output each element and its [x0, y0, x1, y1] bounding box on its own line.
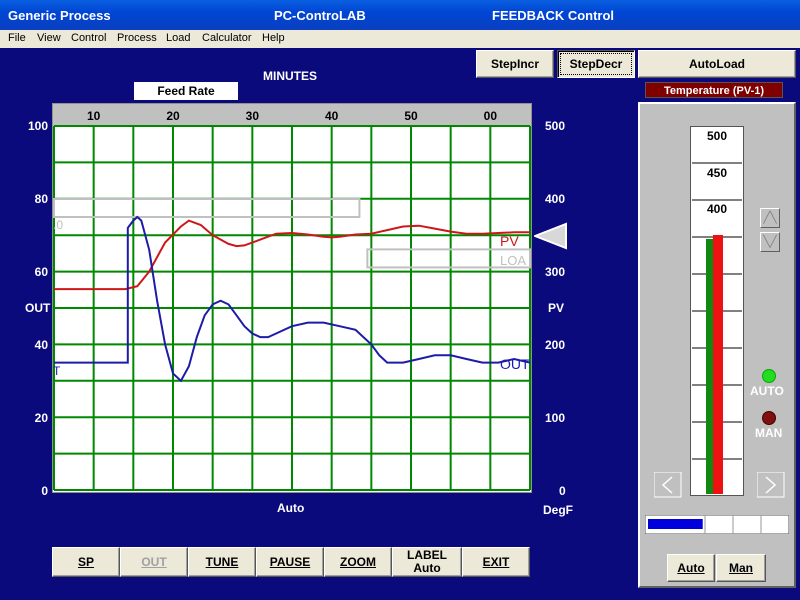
- x-tick-label: 50: [404, 109, 418, 123]
- out-left-marker: T: [53, 364, 61, 378]
- x-tick-label: 00: [484, 109, 498, 123]
- output-bar-fill: [648, 519, 703, 529]
- y-right-tick-400: 400: [545, 192, 566, 206]
- label-button[interactable]: LABEL Auto: [392, 547, 462, 577]
- sp-box-label: .0: [53, 218, 63, 232]
- output-decrease-icon[interactable]: [654, 472, 682, 498]
- up-arrow-icon: ╱╲: [763, 212, 777, 224]
- output-increase-icon[interactable]: [757, 472, 785, 498]
- y-left-tick-100: 100: [27, 119, 48, 133]
- step-decr-label: StepDecr: [569, 56, 623, 71]
- auto-load-button[interactable]: AutoLoad: [638, 50, 796, 78]
- y-left-tick-20: 20: [34, 411, 48, 425]
- menu-calculator[interactable]: Calculator: [202, 32, 252, 44]
- menu-load[interactable]: Load: [166, 32, 190, 44]
- man-status-label: MAN: [755, 426, 783, 440]
- pause-button[interactable]: PAUSE: [256, 547, 324, 577]
- menu-control[interactable]: Control: [71, 32, 106, 44]
- man-mode-label: Man: [729, 560, 753, 575]
- zoom-button-label: ZOOM: [340, 554, 376, 569]
- temperature-banner: Temperature (PV-1): [645, 82, 783, 98]
- man-lamp-icon: [762, 411, 776, 425]
- y-left-tick-40: 40: [34, 338, 48, 352]
- zoom-button[interactable]: ZOOM: [324, 547, 392, 577]
- auto-mode-label: Auto: [677, 560, 705, 575]
- setpoint-up-button[interactable]: ╱╲: [760, 208, 780, 228]
- setpoint-pointer-icon[interactable]: [534, 222, 568, 250]
- y-right-tick-0: 0: [559, 484, 566, 498]
- menu-file[interactable]: File: [8, 32, 26, 44]
- x-tick-label: 30: [246, 109, 260, 123]
- x-tick-label: 20: [166, 109, 180, 123]
- y-right-tick-100: 100: [545, 411, 566, 425]
- title-bar: Generic Process PC-ControLAB FEEDBACK Co…: [0, 0, 800, 30]
- out-series-label: OUT: [500, 356, 530, 372]
- menu-help[interactable]: Help: [262, 32, 285, 44]
- step-incr-button[interactable]: StepIncr: [476, 50, 554, 78]
- trend-chart: 10 20 30 40 50 00 PV LOA .0 OUT T: [52, 103, 532, 493]
- out-button-label: OUT: [141, 554, 167, 569]
- y-left-axis-label: OUT: [25, 301, 51, 315]
- x-tick-label: 10: [87, 109, 101, 123]
- y-right-tick-200: 200: [545, 338, 566, 352]
- y-right-tick-500: 500: [545, 119, 566, 133]
- mode-label: Auto: [277, 501, 305, 515]
- sp-button[interactable]: SP: [52, 547, 120, 577]
- chart-header-strip: [53, 104, 531, 126]
- title-center: PC-ControLAB: [274, 8, 366, 23]
- auto-lamp-icon: [762, 369, 776, 383]
- title-left: Generic Process: [8, 8, 111, 23]
- feed-rate-label: Feed Rate: [134, 82, 238, 100]
- gauge-tick-500: 500: [707, 129, 727, 143]
- output-bar: [645, 515, 789, 534]
- y-left-tick-0: 0: [41, 484, 48, 498]
- auto-load-label: AutoLoad: [689, 56, 745, 71]
- sp-button-label: SP: [77, 554, 94, 569]
- auto-mode-button[interactable]: Auto: [667, 554, 715, 582]
- out-button[interactable]: OUT: [120, 547, 188, 577]
- menu-process[interactable]: Process: [117, 32, 157, 44]
- auto-status-label: AUTO: [750, 384, 784, 398]
- label-button-sublabel: Auto: [413, 561, 441, 575]
- down-arrow-icon: ╲╱: [763, 236, 777, 248]
- step-incr-label: StepIncr: [490, 56, 539, 71]
- tune-button-label: TUNE: [205, 554, 239, 569]
- y-right-tick-300: 300: [545, 265, 566, 279]
- pv-bar: [713, 235, 723, 494]
- y-right-axis-label: PV: [548, 301, 565, 315]
- x-tick-label: 40: [325, 109, 339, 123]
- exit-button-label: EXIT: [482, 554, 510, 569]
- y-left-tick-80: 80: [34, 192, 48, 206]
- menu-bar: File View Control Process Load Calculato…: [0, 30, 800, 48]
- setpoint-down-button[interactable]: ╲╱: [760, 232, 780, 252]
- y-right-unit-label: DegF: [543, 503, 573, 517]
- setpoint-bar: [706, 239, 714, 494]
- bar-gauge: 500 450 400: [690, 126, 744, 496]
- load-label: LOA: [500, 253, 526, 268]
- tune-button[interactable]: TUNE: [188, 547, 256, 577]
- pv-series-label: PV: [500, 233, 519, 249]
- pause-button-label: PAUSE: [269, 554, 311, 569]
- gauge-tick-450: 450: [707, 166, 727, 180]
- gauge-tick-400: 400: [707, 202, 727, 216]
- title-right: FEEDBACK Control: [492, 8, 615, 23]
- minutes-label: MINUTES: [263, 69, 317, 83]
- step-decr-button[interactable]: StepDecr: [557, 50, 635, 78]
- y-left-tick-60: 60: [34, 265, 48, 279]
- exit-button[interactable]: EXIT: [462, 547, 530, 577]
- menu-view[interactable]: View: [37, 32, 61, 44]
- man-mode-button[interactable]: Man: [716, 554, 766, 582]
